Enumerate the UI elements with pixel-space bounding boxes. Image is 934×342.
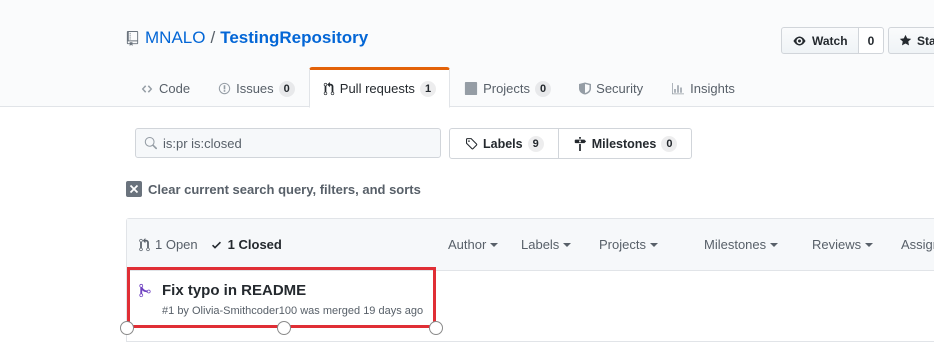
issue-icon xyxy=(218,82,231,95)
author-filter[interactable]: Author xyxy=(448,237,499,252)
tab-code-label: Code xyxy=(159,81,191,96)
repo-name-link[interactable]: TestingRepository xyxy=(220,28,368,48)
code-icon xyxy=(140,83,154,95)
annotation-highlight xyxy=(127,267,436,328)
star-button[interactable]: Star xyxy=(888,27,934,54)
labels-filter-label: Labels xyxy=(521,237,560,252)
eye-icon xyxy=(793,36,806,45)
list-header: 1 Open 1 Closed Author Labels Projects M… xyxy=(127,219,934,271)
pull-request-icon xyxy=(139,237,150,251)
graph-icon xyxy=(671,82,685,95)
labels-counter: 9 xyxy=(527,135,544,152)
repo-tabs: Code Issues 0 Pull requests 1 Projects 0… xyxy=(126,67,749,108)
resize-handle[interactable] xyxy=(277,321,291,335)
pull-request-icon xyxy=(323,81,335,96)
repo-title: MNALO / TestingRepository xyxy=(126,28,368,48)
reviews-filter[interactable]: Reviews xyxy=(812,237,874,252)
author-filter-label: Author xyxy=(448,237,487,252)
caret-down-icon xyxy=(865,242,874,247)
caret-down-icon xyxy=(563,242,572,247)
assignee-filter-label: Assignee xyxy=(901,237,934,252)
tab-security-label: Security xyxy=(596,81,644,96)
caret-down-icon xyxy=(649,242,658,247)
clear-filters-link[interactable]: Clear current search query, filters, and… xyxy=(126,181,421,197)
reviews-filter-label: Reviews xyxy=(812,237,862,252)
shield-icon xyxy=(579,82,592,95)
labels-label: Labels xyxy=(483,136,523,151)
caret-down-icon xyxy=(490,242,499,247)
closed-filter[interactable]: 1 Closed xyxy=(210,237,282,252)
pull-requests-counter: 1 xyxy=(419,80,437,97)
resize-handle[interactable] xyxy=(429,321,443,335)
tab-insights[interactable]: Insights xyxy=(657,67,749,108)
search-field[interactable] xyxy=(135,128,441,158)
watch-label: Watch xyxy=(812,33,848,48)
projects-counter: 0 xyxy=(535,80,552,97)
watch-count[interactable]: 0 xyxy=(858,27,885,54)
star-label: Star xyxy=(917,33,934,48)
milestones-counter: 0 xyxy=(661,135,678,152)
caret-down-icon xyxy=(770,242,779,247)
milestone-icon xyxy=(574,136,586,151)
projects-filter[interactable]: Projects xyxy=(599,237,658,252)
clear-filters-label: Clear current search query, filters, and… xyxy=(148,181,421,197)
tab-projects-label: Projects xyxy=(483,81,531,96)
watch-button[interactable]: Watch xyxy=(781,27,859,54)
open-count: 1 Open xyxy=(155,237,198,252)
star-icon xyxy=(899,34,912,46)
tab-projects[interactable]: Projects 0 xyxy=(450,67,565,108)
tab-pull-requests-label: Pull requests xyxy=(339,81,415,96)
search-input[interactable] xyxy=(163,135,433,151)
check-icon xyxy=(211,241,221,249)
assignee-filter[interactable]: Assignee xyxy=(901,237,934,252)
project-icon xyxy=(464,82,478,95)
tab-issues-label: Issues xyxy=(236,81,274,96)
labels-milestones-group: Labels 9 Milestones 0 xyxy=(449,128,693,159)
labels-button[interactable]: Labels 9 xyxy=(450,129,558,158)
watch-group: Watch 0 xyxy=(781,27,885,54)
tab-insights-label: Insights xyxy=(690,81,735,96)
milestones-filter-label: Milestones xyxy=(704,237,767,252)
resize-handle[interactable] xyxy=(120,321,134,335)
milestones-filter[interactable]: Milestones xyxy=(704,237,779,252)
milestones-button[interactable]: Milestones 0 xyxy=(557,129,692,158)
search-icon xyxy=(144,136,157,149)
tab-code[interactable]: Code xyxy=(126,67,204,108)
tab-pull-requests[interactable]: Pull requests 1 xyxy=(308,67,451,108)
tag-icon xyxy=(466,138,478,150)
repo-icon xyxy=(126,30,139,46)
labels-filter[interactable]: Labels xyxy=(521,237,572,252)
tab-issues[interactable]: Issues 0 xyxy=(204,67,309,108)
state-toggles: 1 Open 1 Closed xyxy=(139,237,294,252)
close-icon xyxy=(126,181,142,197)
repository-header: MNALO / TestingRepository Watch 0 Star C… xyxy=(0,0,934,108)
path-separator: / xyxy=(210,28,216,47)
tab-security[interactable]: Security xyxy=(565,67,657,108)
projects-filter-label: Projects xyxy=(599,237,646,252)
repo-owner-link[interactable]: MNALO xyxy=(145,28,205,48)
milestones-label: Milestones xyxy=(591,136,657,151)
open-filter[interactable]: 1 Open xyxy=(139,237,198,252)
closed-count: 1 Closed xyxy=(227,237,282,252)
issues-counter: 0 xyxy=(278,80,295,97)
